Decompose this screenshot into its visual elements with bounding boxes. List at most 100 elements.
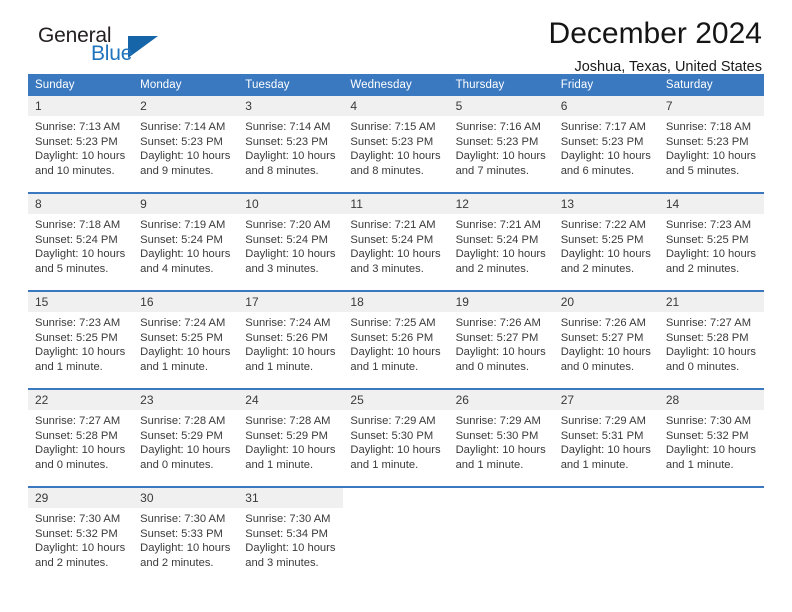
sunrise-text: Sunrise: 7:30 AM <box>245 513 331 525</box>
day-detail-cell: Sunrise: 7:30 AM Sunset: 5:34 PM Daylight:… <box>238 508 343 572</box>
sunrise-text: Sunrise: 7:18 AM <box>35 219 121 231</box>
daylight-text-line2: and 1 minute. <box>140 360 208 373</box>
sunset-text: Sunset: 5:23 PM <box>140 135 223 148</box>
sunrise-text: Sunrise: 7:14 AM <box>140 121 226 133</box>
day-number-cell[interactable]: 5 <box>448 96 554 116</box>
daylight-text-line1: Daylight: 10 hours <box>350 346 441 358</box>
sunset-text: Sunset: 5:27 PM <box>455 331 539 344</box>
day-number-cell[interactable]: 2 <box>133 96 239 116</box>
daylight-text-line1: Daylight: 10 hours <box>560 150 651 162</box>
day-number-cell[interactable]: 17 <box>238 292 344 312</box>
day-number-row: 22 23 24 25 26 27 28 <box>28 390 764 410</box>
daylight-text-line1: Daylight: 10 hours <box>35 542 126 554</box>
day-number-cell[interactable]: 8 <box>28 194 134 214</box>
sunrise-text: Sunrise: 7:29 AM <box>350 415 436 427</box>
day-number-cell[interactable]: 25 <box>343 390 449 410</box>
day-number-cell[interactable]: 21 <box>658 292 764 312</box>
day-number-cell[interactable]: 29 <box>28 488 134 508</box>
daylight-text-line1: Daylight: 10 hours <box>245 150 336 162</box>
sunset-text: Sunset: 5:24 PM <box>35 233 118 246</box>
daylight-text-line2: and 0 minutes. <box>455 360 529 373</box>
brand-logo[interactable]: General Blue <box>28 24 208 70</box>
sunset-text: Sunset: 5:23 PM <box>245 135 328 148</box>
day-number-cell[interactable]: 26 <box>448 390 554 410</box>
sunset-text: Sunset: 5:26 PM <box>350 331 434 344</box>
day-detail-cell: Sunrise: 7:15 AM Sunset: 5:23 PM Daylight:… <box>343 116 448 180</box>
day-number-cell[interactable]: 11 <box>343 194 449 214</box>
day-detail-cell: Sunrise: 7:24 AM Sunset: 5:26 PM Daylight:… <box>238 312 343 376</box>
daylight-text-line1: Daylight: 10 hours <box>455 346 546 358</box>
empty-day-detail-cell <box>659 508 764 572</box>
daylight-text-line2: and 1 minute. <box>350 360 419 373</box>
daylight-text-line2: and 3 minutes. <box>350 262 424 275</box>
sunset-text: Sunset: 5:24 PM <box>455 233 539 246</box>
day-number-cell[interactable]: 27 <box>553 390 659 410</box>
day-detail-row: Sunrise: 7:30 AM Sunset: 5:32 PM Daylight:… <box>28 508 764 572</box>
sunrise-text: Sunrise: 7:23 AM <box>665 219 752 231</box>
sunset-text: Sunset: 5:23 PM <box>350 135 434 148</box>
day-number-cell[interactable]: 23 <box>133 390 239 410</box>
daylight-text-line1: Daylight: 10 hours <box>350 248 441 260</box>
day-number-cell[interactable]: 31 <box>238 488 344 508</box>
day-number-cell[interactable]: 13 <box>553 194 659 214</box>
day-number-cell[interactable]: 30 <box>133 488 239 508</box>
day-number-cell[interactable]: 9 <box>133 194 239 214</box>
day-number-cell[interactable]: 22 <box>28 390 134 410</box>
empty-day-cell <box>343 488 449 508</box>
weekday-header-tuesday: Tuesday <box>238 74 344 96</box>
day-number-cell[interactable]: 16 <box>133 292 239 312</box>
sunset-text: Sunset: 5:32 PM <box>665 429 749 442</box>
daylight-text-line2: and 9 minutes. <box>140 164 214 177</box>
daylight-text-line1: Daylight: 10 hours <box>455 150 546 162</box>
daylight-text-line2: and 3 minutes. <box>245 556 319 569</box>
day-number-cell[interactable]: 1 <box>28 96 134 116</box>
day-detail-cell: Sunrise: 7:29 AM Sunset: 5:30 PM Daylight:… <box>343 410 448 474</box>
week-gap-cell <box>28 278 764 290</box>
calendar-body: 1 2 3 4 5 6 7 Sunrise: 7:13 AM Sunset: 5:23 PM Da… <box>28 96 764 572</box>
daylight-text-line1: Daylight: 10 hours <box>245 542 336 554</box>
daylight-text-line2: and 1 minute. <box>245 360 314 373</box>
day-number-cell[interactable]: 3 <box>238 96 344 116</box>
day-number-cell[interactable]: 18 <box>343 292 449 312</box>
sunrise-text: Sunrise: 7:30 AM <box>665 415 752 427</box>
calendar-grid: Sunday Monday Tuesday Wednesday Thursday… <box>28 74 764 572</box>
empty-day-cell <box>553 488 659 508</box>
daylight-text-line1: Daylight: 10 hours <box>350 444 441 456</box>
day-detail-cell: Sunrise: 7:18 AM Sunset: 5:23 PM Daylight:… <box>659 116 764 180</box>
sunset-text: Sunset: 5:26 PM <box>245 331 328 344</box>
sunset-text: Sunset: 5:33 PM <box>140 527 223 540</box>
day-number-cell[interactable]: 10 <box>238 194 344 214</box>
sunrise-text: Sunrise: 7:25 AM <box>350 317 436 329</box>
weekday-header-monday: Monday <box>133 74 239 96</box>
sunset-text: Sunset: 5:28 PM <box>35 429 118 442</box>
day-detail-cell: Sunrise: 7:18 AM Sunset: 5:24 PM Daylight:… <box>28 214 133 278</box>
daylight-text-line2: and 0 minutes. <box>140 458 214 471</box>
sunrise-text: Sunrise: 7:21 AM <box>455 219 541 231</box>
day-number-cell[interactable]: 14 <box>658 194 764 214</box>
day-number-cell[interactable]: 7 <box>658 96 764 116</box>
sunrise-text: Sunrise: 7:26 AM <box>455 317 541 329</box>
day-number-cell[interactable]: 28 <box>658 390 764 410</box>
day-number-cell[interactable]: 19 <box>448 292 554 312</box>
daylight-text-line1: Daylight: 10 hours <box>665 444 757 456</box>
sunrise-text: Sunrise: 7:22 AM <box>560 219 646 231</box>
daylight-text-line2: and 1 minute. <box>560 458 629 471</box>
week-gap <box>28 180 764 192</box>
sunrise-text: Sunrise: 7:28 AM <box>245 415 331 427</box>
daylight-text-line2: and 8 minutes. <box>350 164 424 177</box>
day-detail-row: Sunrise: 7:23 AM Sunset: 5:25 PM Daylight:… <box>28 312 764 376</box>
daylight-text-line2: and 2 minutes. <box>35 556 109 569</box>
calendar-page: General Blue December 2024 Joshua, Texas… <box>0 0 792 612</box>
day-detail-row: Sunrise: 7:13 AM Sunset: 5:23 PM Daylight:… <box>28 116 764 180</box>
day-number-cell[interactable]: 4 <box>343 96 449 116</box>
day-detail-cell: Sunrise: 7:22 AM Sunset: 5:25 PM Daylight:… <box>554 214 659 278</box>
sunset-text: Sunset: 5:24 PM <box>140 233 223 246</box>
day-number-cell[interactable]: 24 <box>238 390 344 410</box>
sunrise-text: Sunrise: 7:24 AM <box>245 317 331 329</box>
daylight-text-line1: Daylight: 10 hours <box>140 346 231 358</box>
day-number-cell[interactable]: 20 <box>553 292 659 312</box>
empty-day-cell <box>448 488 554 508</box>
day-number-cell[interactable]: 15 <box>28 292 134 312</box>
day-number-cell[interactable]: 6 <box>553 96 659 116</box>
day-number-cell[interactable]: 12 <box>448 194 554 214</box>
